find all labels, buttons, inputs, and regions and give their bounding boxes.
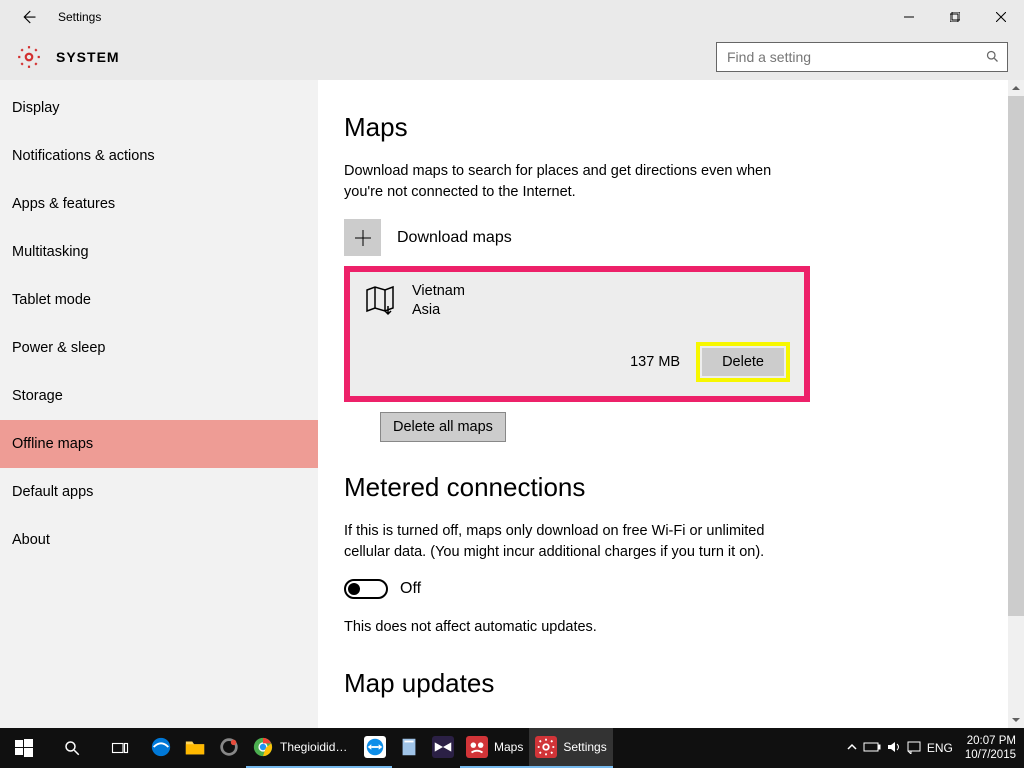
map-icon <box>364 284 396 316</box>
taskbar-label: Settings <box>563 740 606 754</box>
taskbar-label: Thegioididon... <box>280 740 352 754</box>
taskbar-app1[interactable] <box>212 728 246 768</box>
sidebar-item-notifications[interactable]: Notifications & actions <box>0 132 318 180</box>
metered-desc: If this is turned off, maps only downloa… <box>344 521 804 563</box>
window-title: Settings <box>56 10 101 24</box>
task-view-button[interactable] <box>96 728 144 768</box>
circle-icon <box>218 736 240 758</box>
download-maps-button[interactable]: Download maps <box>344 219 1024 256</box>
maps-icon <box>466 736 488 758</box>
battery-icon[interactable] <box>863 741 881 756</box>
teamviewer-icon <box>364 736 386 758</box>
edge-icon <box>150 736 172 758</box>
chrome-icon <box>252 736 274 758</box>
gear-icon <box>16 44 42 70</box>
toggle-state: Off <box>400 580 421 598</box>
sidebar-item-offline-maps[interactable]: Offline maps <box>0 420 318 468</box>
taskbar-app3[interactable] <box>392 728 426 768</box>
system-tray[interactable]: ENG <box>843 728 957 768</box>
header: SYSTEM <box>0 33 1024 80</box>
taskbar-teamviewer[interactable] <box>358 728 392 768</box>
delete-button[interactable]: Delete <box>702 348 784 376</box>
taskbar-maps[interactable]: Maps <box>460 728 529 768</box>
sidebar-item-storage[interactable]: Storage <box>0 372 318 420</box>
plus-icon <box>344 219 381 256</box>
scrollbar[interactable] <box>1008 80 1024 728</box>
close-button[interactable] <box>978 0 1024 33</box>
folder-icon <box>184 736 206 758</box>
maps-desc: Download maps to search for places and g… <box>344 161 804 203</box>
metered-toggle[interactable] <box>344 579 388 599</box>
sidebar-item-tablet[interactable]: Tablet mode <box>0 276 318 324</box>
taskbar-app4[interactable] <box>426 728 460 768</box>
taskbar: Thegioididon... Maps Settings ENG 20:07 … <box>0 728 1024 768</box>
search-task-button[interactable] <box>48 728 96 768</box>
doc-icon <box>398 736 420 758</box>
lang-indicator[interactable]: ENG <box>927 741 953 755</box>
delete-highlight: Delete <box>696 342 790 382</box>
scroll-up-icon[interactable] <box>1008 80 1024 96</box>
back-button[interactable] <box>0 0 56 33</box>
sidebar-item-apps[interactable]: Apps & features <box>0 180 318 228</box>
maximize-button[interactable] <box>932 0 978 33</box>
sidebar-item-power[interactable]: Power & sleep <box>0 324 318 372</box>
taskbar-settings[interactable]: Settings <box>529 728 612 768</box>
sidebar-item-default-apps[interactable]: Default apps <box>0 468 318 516</box>
taskbar-edge[interactable] <box>144 728 178 768</box>
maps-heading: Maps <box>344 112 1024 143</box>
taskbar-label: Maps <box>494 740 523 754</box>
map-card[interactable]: Vietnam Asia 137 MB Delete <box>344 266 810 402</box>
metered-heading: Metered connections <box>344 472 1024 503</box>
map-region: Asia <box>412 301 465 320</box>
search-box[interactable] <box>716 42 1008 72</box>
sidebar-item-multitasking[interactable]: Multitasking <box>0 228 318 276</box>
metered-note: This does not affect automatic updates. <box>344 617 804 638</box>
taskbar-explorer[interactable] <box>178 728 212 768</box>
date: 10/7/2015 <box>965 748 1016 762</box>
sidebar-item-about[interactable]: About <box>0 516 318 564</box>
search-input[interactable] <box>717 49 977 65</box>
sidebar-item-display[interactable]: Display <box>0 84 318 132</box>
scroll-thumb[interactable] <box>1008 96 1024 616</box>
updates-heading: Map updates <box>344 668 1024 699</box>
section-label: SYSTEM <box>56 49 120 65</box>
settings-window: Settings SYSTEM Display Notifications & … <box>0 0 1024 728</box>
chevron-up-icon[interactable] <box>847 741 857 755</box>
titlebar: Settings <box>0 0 1024 33</box>
scroll-down-icon[interactable] <box>1008 712 1024 728</box>
delete-all-button[interactable]: Delete all maps <box>380 412 506 442</box>
time: 20:07 PM <box>965 734 1016 748</box>
clock[interactable]: 20:07 PM 10/7/2015 <box>957 734 1024 763</box>
start-button[interactable] <box>0 728 48 768</box>
map-size: 137 MB <box>630 354 680 370</box>
bowtie-icon <box>432 736 454 758</box>
search-icon[interactable] <box>977 42 1007 72</box>
settings-icon <box>535 736 557 758</box>
download-label: Download maps <box>397 229 512 247</box>
map-name: Vietnam <box>412 282 465 301</box>
minimize-button[interactable] <box>886 0 932 33</box>
taskbar-chrome[interactable]: Thegioididon... <box>246 728 358 768</box>
sidebar: Display Notifications & actions Apps & f… <box>0 80 318 728</box>
notifications-icon[interactable] <box>907 740 921 757</box>
volume-icon[interactable] <box>887 740 901 757</box>
content-pane: Maps Download maps to search for places … <box>318 80 1024 728</box>
